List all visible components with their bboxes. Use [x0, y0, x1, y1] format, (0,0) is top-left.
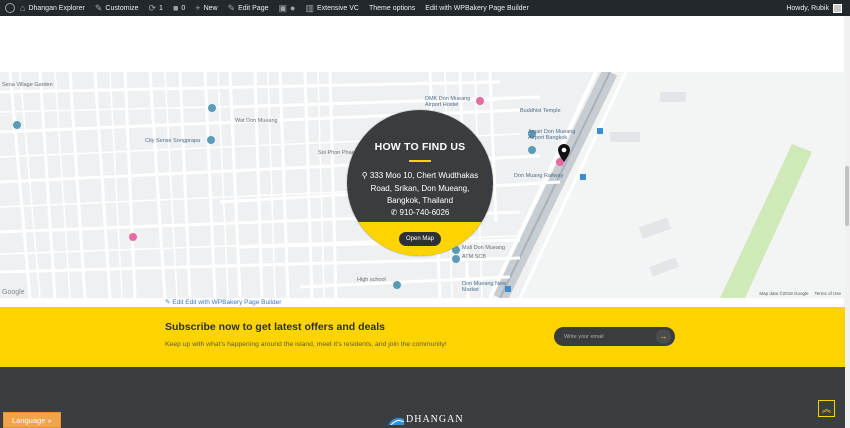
- map-marker-icon: ⚲: [361, 171, 370, 180]
- submit-arrow-button[interactable]: →: [656, 329, 671, 344]
- howdy-label: Howdy, Rubik: [786, 4, 829, 12]
- terms-link[interactable]: Terms of Use: [814, 291, 841, 296]
- comment-icon: ■: [172, 2, 179, 13]
- pencil-icon: ✎: [227, 2, 236, 13]
- edit-page-label: Edit Page: [238, 4, 269, 12]
- footer-logo[interactable]: DHANGAN: [388, 414, 464, 425]
- chevron-up-icon: ︽: [821, 404, 831, 414]
- refresh-icon: ⟳: [148, 2, 157, 13]
- site-footer: DHANGAN ︽: [0, 367, 845, 428]
- customize-label: Customize: [105, 4, 139, 12]
- find-us-address: ⚲ 333 Moo 10, Chert Wudthakas Road, Srik…: [355, 170, 485, 208]
- email-field[interactable]: [554, 327, 654, 346]
- map-label: Amari Don Mueang Airport Bangkok: [528, 129, 576, 141]
- new-content-link[interactable]: + New: [190, 0, 222, 16]
- find-us-phone: ✆ 910-740-6026: [347, 208, 493, 217]
- language-button[interactable]: Language »: [3, 412, 61, 428]
- scroll-to-top-button[interactable]: ︽: [818, 400, 835, 417]
- subscribe-section: Subscribe now to get latest offers and d…: [0, 307, 845, 367]
- circle-icon: ●: [290, 2, 296, 13]
- edit-links-text[interactable]: Edit Edit with WPBakery Page Builder: [172, 299, 281, 306]
- new-label: New: [203, 4, 218, 12]
- location-pin-icon[interactable]: [558, 144, 570, 162]
- site-name-link[interactable]: ⌂ Dhangan Explorer: [15, 0, 90, 16]
- map-label: City Sense Songprapa: [145, 138, 201, 144]
- comments-count: 0: [181, 4, 186, 12]
- phone-text: 910-740-6026: [399, 208, 450, 217]
- home-icon: ⌂: [20, 2, 26, 13]
- vc-icon: ▣: [278, 2, 287, 13]
- phone-icon: ✆: [390, 208, 400, 217]
- map-label: Wat Don Mueang: [235, 118, 278, 124]
- map-attribution: Map data ©2018 Google Terms of Use: [759, 291, 841, 296]
- wpbakery-link[interactable]: Edit with WPBakery Page Builder: [420, 0, 534, 16]
- brush-icon: ✎: [94, 2, 103, 13]
- google-logo[interactable]: Google: [2, 289, 25, 296]
- plus-icon: +: [195, 2, 201, 13]
- ev-icon: ▥: [305, 2, 314, 13]
- map-label: Buddhist Temple: [520, 108, 561, 114]
- address-text: 333 Moo 10, Chert Wudthakas Road, Srikan…: [369, 171, 479, 205]
- map-label: Don Mueang New Market: [462, 281, 507, 293]
- wpbakery-label: Edit with WPBakery Page Builder: [425, 4, 529, 12]
- updates-count: 1: [159, 4, 163, 12]
- map-data-text: Map data ©2018 Google: [759, 291, 809, 296]
- site-name-label: Dhangan Explorer: [28, 4, 85, 12]
- arrow-right-icon: →: [659, 332, 668, 341]
- extensive-vc-label: Extensive VC: [316, 4, 359, 12]
- avatar: [833, 3, 842, 13]
- ab-extra-icons[interactable]: ▣ ●: [273, 0, 300, 16]
- logo-wave-icon: [388, 417, 404, 425]
- title-underline: [409, 160, 431, 162]
- subscribe-text: Keep up with what's happening around the…: [165, 341, 447, 348]
- comments-link[interactable]: ■ 0: [168, 0, 190, 16]
- edit-links[interactable]: ✎ Edit Edit with WPBakery Page Builder: [165, 298, 281, 306]
- wordpress-icon[interactable]: [5, 3, 15, 13]
- customize-link[interactable]: ✎ Customize: [90, 0, 144, 16]
- find-us-title: HOW TO FIND US: [374, 141, 466, 153]
- scrollbar-thumb[interactable]: [845, 166, 849, 226]
- map-label: Sena Village Garden: [2, 82, 53, 88]
- open-map-button[interactable]: Open Map: [399, 232, 441, 246]
- updates-link[interactable]: ⟳ 1: [144, 0, 168, 16]
- theme-options-label: Theme options: [368, 4, 416, 12]
- map-label: Don Muang Railway: [514, 173, 564, 179]
- theme-options-link[interactable]: Theme options: [364, 0, 420, 16]
- map-label: High school: [357, 277, 386, 283]
- find-us-card: HOW TO FIND US ⚲ 333 Moo 10, Chert Wudth…: [347, 110, 493, 256]
- footer-logo-text: DHANGAN: [406, 414, 464, 425]
- admin-bar: ⌂ Dhangan Explorer ✎ Customize ⟳ 1 ■ 0 +…: [0, 0, 850, 16]
- extensive-vc-link[interactable]: ▥ Extensive VC: [300, 0, 364, 16]
- account-menu[interactable]: Howdy, Rubik: [786, 0, 842, 16]
- map-label: DMK Don Mueang Airport Hostel: [425, 96, 471, 108]
- subscribe-title: Subscribe now to get latest offers and d…: [165, 321, 385, 333]
- edit-page-link[interactable]: ✎ Edit Page: [223, 0, 274, 16]
- subscribe-form: →: [554, 327, 675, 346]
